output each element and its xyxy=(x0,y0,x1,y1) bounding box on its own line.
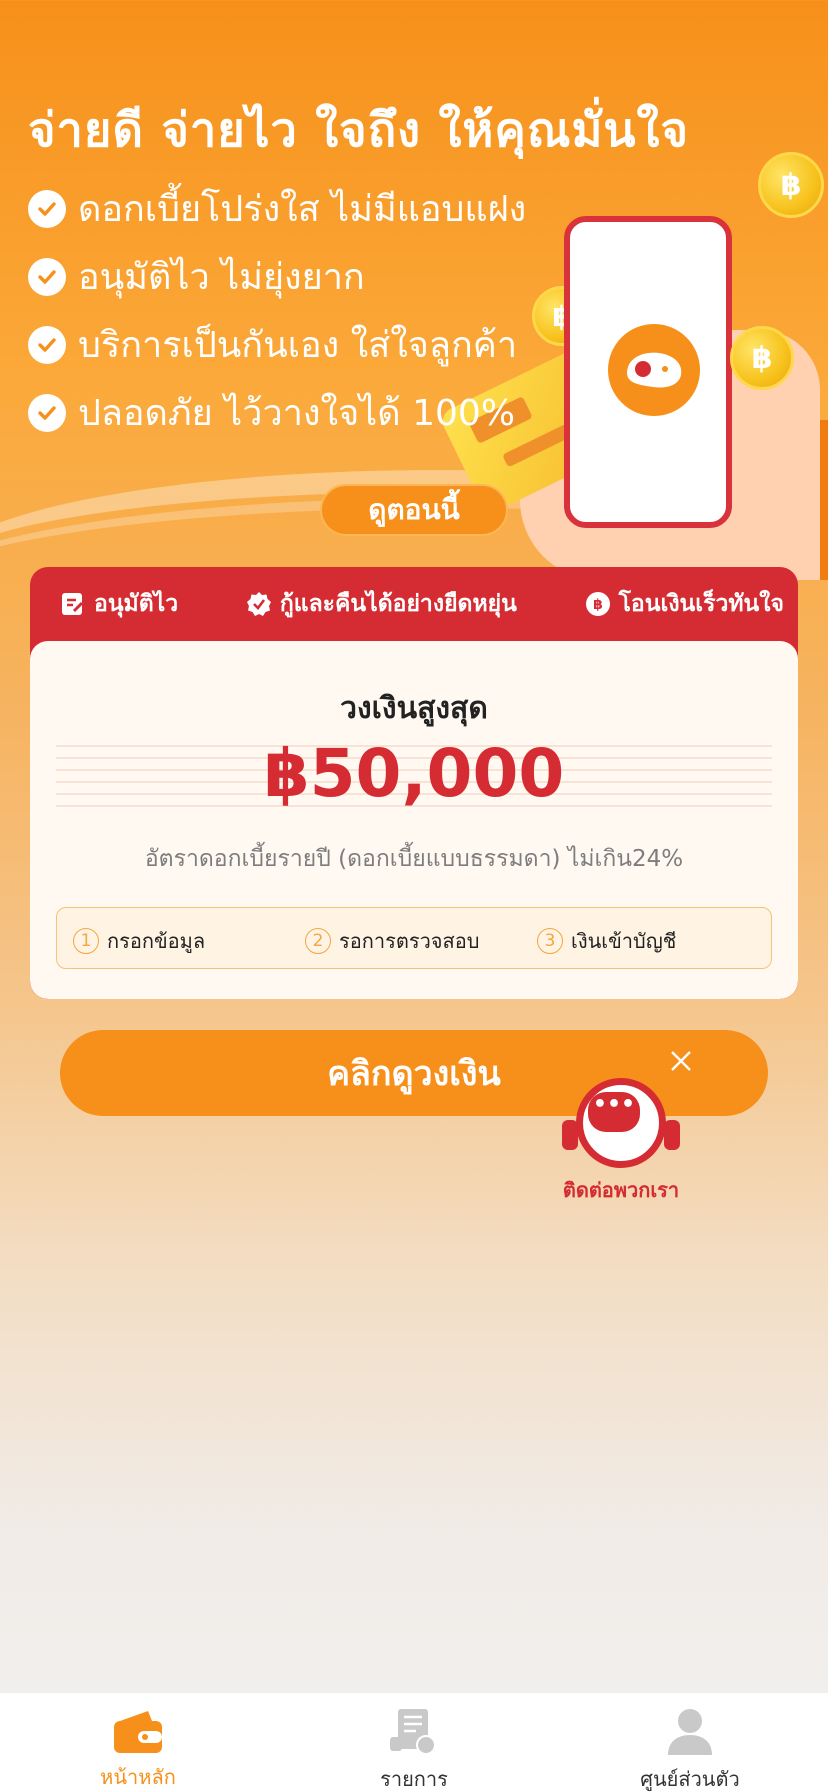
feature-label: บริการเป็นกันเอง ใส่ใจลูกค้า xyxy=(78,325,518,366)
max-limit-label: วงเงินสูงสุด xyxy=(340,691,488,726)
tab-profile[interactable]: ศูนย์ส่วนตัว xyxy=(552,1693,828,1791)
header-item-label: กู้และคืนได้อย่างยืดหยุ่น xyxy=(279,591,517,617)
step-item: 3 เงินเข้าบัญชี xyxy=(537,925,676,957)
hero-banner: จ่ายดี จ่ายไว ใจถึง ให้คุณมั่นใจ ดอกเบี้… xyxy=(0,0,828,580)
wallet-icon xyxy=(112,1707,164,1755)
headset-ear-icon xyxy=(664,1120,680,1150)
tab-home[interactable]: หน้าหลัก xyxy=(0,1693,276,1791)
check-icon xyxy=(28,393,66,432)
process-steps: 1 กรอกข้อมูล 2 รอการตรวจสอบ 3 เงินเข้าบั… xyxy=(56,907,772,969)
step-item: 2 รอการตรวจสอบ xyxy=(305,925,479,957)
view-now-button[interactable]: ดูตอนนี้ xyxy=(320,484,508,536)
header-item-label: โอนเงินเร็วทันใจ xyxy=(618,591,784,617)
app-logo-icon xyxy=(608,324,700,416)
feature-item: อนุมัติไว ไม่ยุ่งยาก xyxy=(28,248,365,305)
max-limit-amount: ฿50,000 xyxy=(263,735,565,812)
contact-support-button[interactable]: ••• ติดต่อพวกเรา xyxy=(558,1078,684,1202)
step-item: 1 กรอกข้อมูล xyxy=(73,925,205,957)
tab-label: หน้าหลัก xyxy=(100,1765,176,1789)
feature-item: ปลอดภัย ไว้วางใจได้ 100% xyxy=(28,384,515,441)
user-icon xyxy=(664,1707,716,1757)
baht-circle-icon: ฿ xyxy=(585,591,611,617)
card-body: วงเงินสูงสุด ฿50,000 อัตราดอกเบี้ยรายปี … xyxy=(30,641,798,999)
check-icon xyxy=(28,257,66,296)
step-label: เงินเข้าบัญชี xyxy=(571,929,677,953)
header-item-fast-transfer: ฿ โอนเงินเร็วทันใจ xyxy=(585,586,784,622)
header-item-flexible: กู้และคืนได้อย่างยืดหยุ่น xyxy=(246,586,517,622)
verified-badge-icon xyxy=(246,591,272,617)
step-number: 3 xyxy=(537,928,563,954)
interest-rate-text: อัตราดอกเบี้ยรายปี (ดอกเบี้ยแบบธรรมดา) ไ… xyxy=(144,846,684,872)
tab-label: ศูนย์ส่วนตัว xyxy=(640,1767,740,1791)
step-number: 1 xyxy=(73,928,99,954)
feature-label: ดอกเบี้ยโปร่งใส ไม่มีแอบแฝง xyxy=(78,189,527,230)
svg-text:฿: ฿ xyxy=(593,597,603,613)
close-icon[interactable] xyxy=(666,1046,696,1076)
step-label: กรอกข้อมูล xyxy=(107,929,206,953)
step-number: 2 xyxy=(305,928,331,954)
card-header: อนุมัติไว กู้และคืนได้อย่างยืดหยุ่น ฿ โอ… xyxy=(30,567,798,641)
loan-limit-card: อนุมัติไว กู้และคืนได้อย่างยืดหยุ่น ฿ โอ… xyxy=(30,567,798,999)
phone-illustration xyxy=(564,216,732,528)
check-icon xyxy=(28,189,66,228)
feature-label: ปลอดภัย ไว้วางใจได้ 100% xyxy=(78,393,516,434)
tab-label: รายการ xyxy=(380,1767,448,1791)
document-icon xyxy=(388,1707,440,1757)
baht-coin-icon: ฿ xyxy=(758,152,824,218)
feature-label: อนุมัติไว ไม่ยุ่งยาก xyxy=(78,257,365,298)
feature-item: บริการเป็นกันเอง ใส่ใจลูกค้า xyxy=(28,316,517,373)
hero-title: จ่ายดี จ่ายไว ใจถึง ให้คุณมั่นใจ xyxy=(28,103,690,158)
baht-coin-icon: ฿ xyxy=(730,326,794,390)
contact-support-label: ติดต่อพวกเรา xyxy=(562,1178,680,1202)
check-icon xyxy=(28,325,66,364)
header-item-fast-approval: อนุมัติไว xyxy=(60,586,178,622)
edit-document-icon xyxy=(60,591,86,617)
header-item-label: อนุมัติไว xyxy=(94,591,179,617)
chat-bubble-icon: ••• xyxy=(588,1092,640,1132)
bottom-tab-bar: หน้าหลัก รายการ ศูนย์ส่วนตัว xyxy=(0,1692,828,1791)
tab-orders[interactable]: รายการ xyxy=(276,1693,552,1791)
feature-item: ดอกเบี้ยโปร่งใส ไม่มีแอบแฝง xyxy=(28,180,526,237)
step-label: รอการตรวจสอบ xyxy=(339,929,480,953)
